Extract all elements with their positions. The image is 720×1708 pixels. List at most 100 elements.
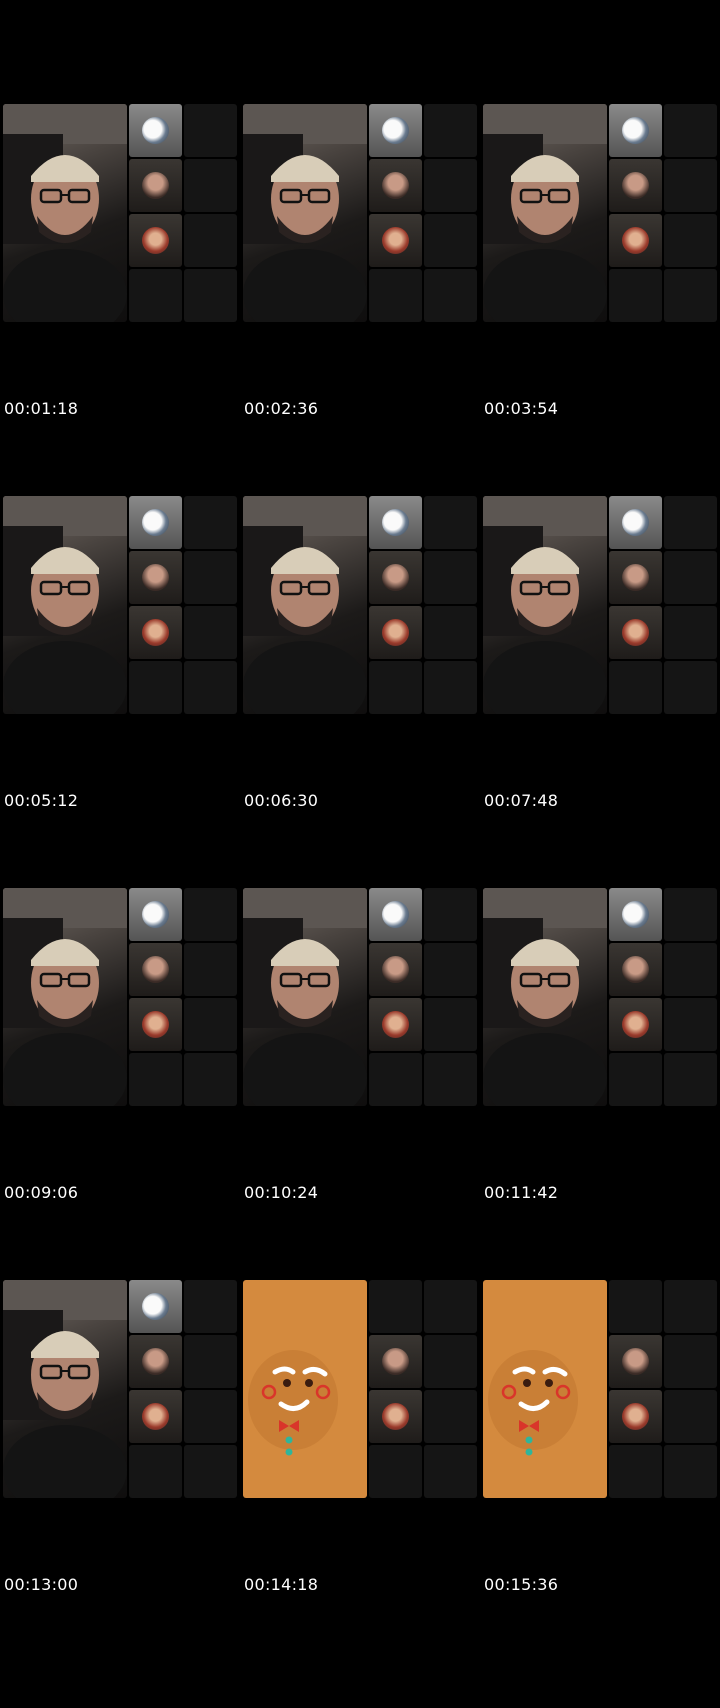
participant-tile-empty[interactable] — [424, 888, 477, 941]
participant-tile-avatar-2[interactable] — [369, 551, 422, 604]
participant-tile-empty[interactable] — [184, 551, 237, 604]
participant-tile-empty[interactable] — [664, 496, 717, 549]
participant-tile-empty[interactable] — [609, 1280, 662, 1333]
participant-tile-empty[interactable] — [424, 1053, 477, 1106]
participant-tile-empty[interactable] — [424, 159, 477, 212]
participant-tile-empty[interactable] — [664, 104, 717, 157]
participant-tile-empty[interactable] — [609, 269, 662, 322]
participant-tile-empty[interactable] — [424, 1280, 477, 1333]
participant-tile-avatar-3[interactable] — [609, 1390, 662, 1443]
participant-tile-empty[interactable] — [184, 888, 237, 941]
participant-tile-empty[interactable] — [664, 888, 717, 941]
participant-tile-avatar-1[interactable] — [129, 1280, 182, 1333]
participant-tile-avatar-2[interactable] — [369, 159, 422, 212]
participant-tile-empty[interactable] — [184, 1335, 237, 1388]
participant-tile-empty[interactable] — [609, 1053, 662, 1106]
participant-tile-avatar-3[interactable] — [129, 606, 182, 659]
participant-tile-empty[interactable] — [664, 159, 717, 212]
participant-tile-avatar-1[interactable] — [369, 104, 422, 157]
participant-tile-avatar-2[interactable] — [129, 943, 182, 996]
participant-tile-avatar-2[interactable] — [129, 159, 182, 212]
participant-tile-avatar-2[interactable] — [609, 159, 662, 212]
participant-tile-empty[interactable] — [664, 998, 717, 1051]
participant-tile-empty[interactable] — [664, 1280, 717, 1333]
participant-tile-empty[interactable] — [184, 159, 237, 212]
participant-tile-empty[interactable] — [369, 661, 422, 714]
participant-tile-empty[interactable] — [664, 1335, 717, 1388]
participant-tile-empty[interactable] — [184, 943, 237, 996]
participant-tile-avatar-2[interactable] — [129, 1335, 182, 1388]
participant-tile-avatar-3[interactable] — [369, 214, 422, 267]
participant-tile-empty[interactable] — [129, 1053, 182, 1106]
participant-tile-avatar-3[interactable] — [369, 1390, 422, 1443]
participant-tile-empty[interactable] — [369, 269, 422, 322]
participant-tile-empty[interactable] — [424, 606, 477, 659]
participant-tile-empty[interactable] — [129, 1445, 182, 1498]
participant-tile-empty[interactable] — [184, 1280, 237, 1333]
participant-tile-avatar-2[interactable] — [609, 551, 662, 604]
participant-tile-empty[interactable] — [129, 661, 182, 714]
participant-tile-avatar-2[interactable] — [609, 943, 662, 996]
participant-tile-avatar-1[interactable] — [609, 104, 662, 157]
participant-tile-empty[interactable] — [184, 104, 237, 157]
participant-tile-empty[interactable] — [424, 1390, 477, 1443]
participant-tile-empty[interactable] — [664, 606, 717, 659]
participant-tile-avatar-3[interactable] — [129, 1390, 182, 1443]
frame-timestamp: 00:13:00 — [4, 1575, 79, 1594]
participant-tile-empty[interactable] — [424, 943, 477, 996]
participant-tile-avatar-1[interactable] — [129, 888, 182, 941]
participant-tile-empty[interactable] — [609, 1445, 662, 1498]
participant-tile-avatar-3[interactable] — [129, 214, 182, 267]
participant-tile-avatar-1[interactable] — [369, 888, 422, 941]
participant-tile-avatar-3[interactable] — [369, 606, 422, 659]
participant-tile-avatar-3[interactable] — [609, 998, 662, 1051]
participant-tile-empty[interactable] — [664, 661, 717, 714]
participant-tile-empty[interactable] — [184, 269, 237, 322]
participant-tile-empty[interactable] — [424, 104, 477, 157]
participant-tile-avatar-3[interactable] — [609, 606, 662, 659]
participant-tile-empty[interactable] — [369, 1280, 422, 1333]
participant-tile-avatar-3[interactable] — [369, 998, 422, 1051]
participant-tile-empty[interactable] — [424, 1445, 477, 1498]
participant-tile-avatar-3[interactable] — [129, 998, 182, 1051]
participant-tile-empty[interactable] — [664, 1445, 717, 1498]
participant-tile-avatar-2[interactable] — [609, 1335, 662, 1388]
participant-tile-empty[interactable] — [424, 551, 477, 604]
participant-tile-avatar-1[interactable] — [129, 104, 182, 157]
participant-tile-empty[interactable] — [664, 551, 717, 604]
participant-tile-empty[interactable] — [184, 998, 237, 1051]
participant-tile-empty[interactable] — [424, 269, 477, 322]
participant-tile-empty[interactable] — [424, 496, 477, 549]
participant-tile-avatar-1[interactable] — [609, 496, 662, 549]
participant-tile-empty[interactable] — [664, 269, 717, 322]
participant-tile-empty[interactable] — [129, 269, 182, 322]
participant-tile-empty[interactable] — [424, 1335, 477, 1388]
participant-tile-empty[interactable] — [184, 661, 237, 714]
participant-tile-empty[interactable] — [369, 1053, 422, 1106]
participant-tile-empty[interactable] — [369, 1445, 422, 1498]
participant-tile-avatar-1[interactable] — [609, 888, 662, 941]
participant-tile-avatar-1[interactable] — [369, 496, 422, 549]
frame-thumbnail: 00:06:30 — [240, 392, 480, 810]
participant-tile-grid — [369, 496, 477, 714]
participant-tile-avatar-2[interactable] — [129, 551, 182, 604]
participant-tile-empty[interactable] — [664, 1053, 717, 1106]
participant-tile-empty[interactable] — [664, 214, 717, 267]
participant-tile-empty[interactable] — [184, 606, 237, 659]
participant-tile-avatar-3[interactable] — [609, 214, 662, 267]
participant-tile-empty[interactable] — [609, 661, 662, 714]
participant-tile-empty[interactable] — [424, 661, 477, 714]
participant-tile-empty[interactable] — [184, 1053, 237, 1106]
participant-tile-avatar-1[interactable] — [129, 496, 182, 549]
participant-tile-empty[interactable] — [184, 214, 237, 267]
participant-tile-avatar-2[interactable] — [369, 943, 422, 996]
participant-tile-avatar-2[interactable] — [369, 1335, 422, 1388]
frame-thumbnail: 00:02:36 — [240, 0, 480, 418]
participant-tile-empty[interactable] — [184, 1390, 237, 1443]
participant-tile-empty[interactable] — [424, 214, 477, 267]
participant-tile-empty[interactable] — [664, 1390, 717, 1443]
participant-tile-empty[interactable] — [184, 496, 237, 549]
participant-tile-empty[interactable] — [664, 943, 717, 996]
participant-tile-empty[interactable] — [184, 1445, 237, 1498]
participant-tile-empty[interactable] — [424, 998, 477, 1051]
